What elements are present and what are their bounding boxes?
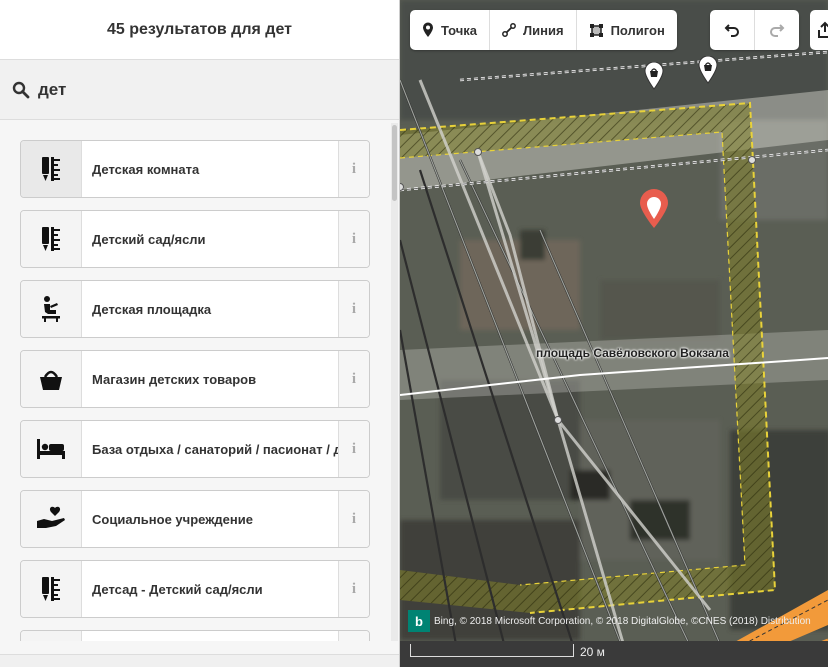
imagery-attribution[interactable]: b Bing, © 2018 Microsoft Corporation, © … xyxy=(408,610,811,632)
undo-icon xyxy=(724,24,739,37)
add-area-button[interactable]: Полигон xyxy=(577,10,677,50)
results-list: Детская комната i Детский сад/ясли i Дет… xyxy=(0,121,399,641)
scale-bar xyxy=(410,644,574,657)
result-label: Социальное учреждение xyxy=(92,511,253,527)
sidebar-header: 45 результатов для дет xyxy=(0,0,399,60)
result-item-partial[interactable] xyxy=(20,630,370,641)
scale-label: 20 м xyxy=(580,645,605,659)
selected-location-marker[interactable] xyxy=(638,189,670,229)
upload-icon xyxy=(818,21,828,38)
search-bar xyxy=(0,60,399,120)
kids-room-icon xyxy=(21,141,82,197)
result-item-kindergarten[interactable]: Детский сад/ясли i xyxy=(20,210,370,268)
result-label: Детская комната xyxy=(92,161,200,177)
undo-redo-group xyxy=(710,10,799,50)
satellite-imagery xyxy=(400,0,828,667)
point-icon xyxy=(423,22,433,37)
undo-button[interactable] xyxy=(710,10,755,50)
results-title: 45 результатов для дет xyxy=(107,20,292,38)
result-label: Магазин детских товаров xyxy=(92,371,257,387)
add-point-button[interactable]: Точка xyxy=(410,10,491,50)
shop-poi-marker[interactable] xyxy=(644,62,664,90)
line-icon xyxy=(502,23,516,37)
info-button[interactable]: i xyxy=(338,281,369,337)
result-label: База отдыха / санаторий / пасионат / д xyxy=(92,441,338,457)
result-item-resort[interactable]: База отдыха / санаторий / пасионат / д i xyxy=(20,420,370,478)
search-icon xyxy=(12,81,30,98)
search-input[interactable] xyxy=(38,79,338,100)
info-button[interactable]: i xyxy=(338,561,369,617)
bing-logo: b xyxy=(408,610,430,632)
redo-button[interactable] xyxy=(755,10,799,50)
attribution-text: Bing, © 2018 Microsoft Corporation, © 20… xyxy=(434,615,811,627)
basket-icon xyxy=(21,351,82,407)
sidebar-footer xyxy=(0,654,399,667)
kindergarten-icon xyxy=(21,561,82,617)
result-label: Детский сад/ясли xyxy=(92,231,206,247)
result-item-kids-shop[interactable]: Магазин детских товаров i xyxy=(20,350,370,408)
result-label: Детсад - Детский сад/ясли xyxy=(92,581,263,597)
add-line-button[interactable]: Линия xyxy=(490,10,577,50)
bed-icon xyxy=(21,421,82,477)
draw-toolbar: Точка Линия Полигон xyxy=(410,10,677,50)
add-point-label: Точка xyxy=(441,22,478,38)
shop-poi-marker[interactable] xyxy=(698,56,718,84)
polygon-icon xyxy=(589,23,603,37)
info-button[interactable] xyxy=(338,631,369,641)
street-label: площадь Савёловского Вокзала xyxy=(536,346,729,360)
heart-hand-icon xyxy=(21,491,82,547)
result-label xyxy=(82,631,338,641)
redo-icon xyxy=(770,24,785,37)
result-item-kids-room[interactable]: Детская комната i xyxy=(20,140,370,198)
info-button[interactable]: i xyxy=(338,351,369,407)
info-button[interactable]: i xyxy=(338,211,369,267)
results-scrollbar[interactable] xyxy=(391,123,398,641)
playground-icon xyxy=(21,281,82,337)
add-area-label: Полигон xyxy=(610,22,665,38)
map-canvas[interactable]: площадь Савёловского Вокзала Точка Линия xyxy=(400,0,828,667)
info-button[interactable]: i xyxy=(338,421,369,477)
add-line-label: Линия xyxy=(523,22,564,38)
result-label: Детская площадка xyxy=(92,301,212,317)
scrollbar-thumb[interactable] xyxy=(392,125,397,201)
preset-sidebar: 45 результатов для дет Детская комната xyxy=(0,0,400,667)
result-item-social-facility[interactable]: Социальное учреждение i xyxy=(20,490,370,548)
info-button[interactable]: i xyxy=(338,491,369,547)
result-item-kindergarten-2[interactable]: Детсад - Детский сад/ясли i xyxy=(20,560,370,618)
save-button[interactable] xyxy=(810,10,828,50)
result-item-playground[interactable]: Детская площадка i xyxy=(20,280,370,338)
info-button[interactable]: i xyxy=(338,141,369,197)
result-icon-placeholder xyxy=(21,631,82,641)
kindergarten-icon xyxy=(21,211,82,267)
